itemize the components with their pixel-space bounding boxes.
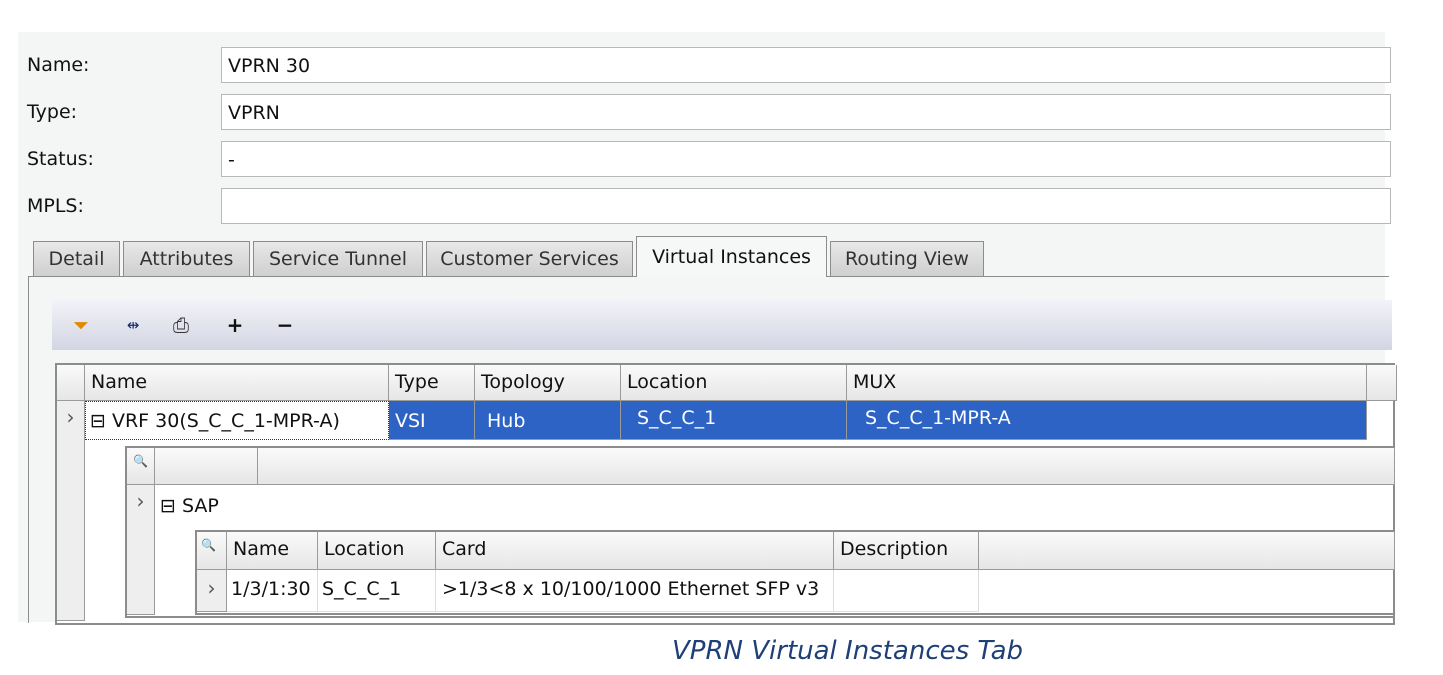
subgrid-header-filler <box>258 448 1395 485</box>
column-header-description[interactable]: Description <box>834 532 979 570</box>
filter-icon[interactable]: ⏷ <box>68 312 94 338</box>
status-label: Status: <box>27 148 94 170</box>
type-field[interactable]: VPRN <box>221 94 1391 130</box>
column-header-card[interactable]: Card <box>436 532 834 570</box>
add-button[interactable]: + <box>222 312 248 338</box>
sap-group-label: SAP <box>181 495 219 517</box>
subgrid-header <box>155 448 258 485</box>
cell-topology[interactable]: Hub <box>475 401 621 440</box>
sap-row-selector[interactable]: › <box>127 485 155 615</box>
remove-button[interactable]: − <box>272 312 298 338</box>
sap-row-selector[interactable]: › <box>197 570 227 612</box>
tab-virtual-instances[interactable]: Virtual Instances <box>636 236 827 277</box>
column-header-filler <box>979 532 1395 570</box>
search-icon[interactable]: 🔍 <box>197 532 227 570</box>
column-header-topology[interactable]: Topology <box>475 365 621 401</box>
figure-caption: VPRN Virtual Instances Tab <box>672 636 1024 666</box>
row-selector[interactable]: › <box>57 401 85 621</box>
column-fit-icon[interactable]: ⇹ <box>120 312 146 338</box>
mpls-field[interactable] <box>221 188 1391 224</box>
sap-group-row[interactable]: ⊟ SAP <box>160 495 219 517</box>
tab-service-tunnel[interactable]: Service Tunnel <box>253 241 423 276</box>
column-header-type[interactable]: Type <box>389 365 475 401</box>
column-header-location[interactable]: Location <box>621 365 847 401</box>
cell-sap-location[interactable]: S_C_C_1 <box>318 570 436 612</box>
cell-type[interactable]: VSI <box>389 401 475 440</box>
search-icon[interactable]: 🔍 <box>127 448 155 485</box>
toolbar <box>52 300 1392 350</box>
cell-location[interactable]: S_C_C_1 <box>621 401 847 440</box>
name-label: Name: <box>27 54 90 76</box>
print-icon[interactable]: ⎙ <box>168 312 194 338</box>
cell-sap-name[interactable]: 1/3/1:30 <box>227 570 318 612</box>
column-header-sap-name[interactable]: Name <box>227 532 318 570</box>
mpls-label: MPLS: <box>27 195 84 217</box>
collapse-icon[interactable]: ⊟ <box>160 495 176 517</box>
table-row-vrf-name[interactable]: ⊟ VRF 30(S_C_C_1-MPR-A) <box>85 401 389 440</box>
cell-mux[interactable]: S_C_C_1-MPR-A <box>847 401 1367 440</box>
tab-attributes[interactable]: Attributes <box>123 241 250 276</box>
tab-detail[interactable]: Detail <box>33 241 120 276</box>
cell-card[interactable]: >1/3<8 x 10/100/1000 Ethernet SFP v3 <box>436 570 834 612</box>
name-field[interactable]: VPRN 30 <box>221 47 1391 83</box>
column-header-mux[interactable]: MUX <box>847 365 1367 401</box>
row-header-corner <box>57 365 85 401</box>
type-label: Type: <box>27 101 78 123</box>
collapse-icon[interactable]: ⊟ <box>90 410 106 432</box>
vrf-name: VRF 30(S_C_C_1-MPR-A) <box>111 410 340 432</box>
column-header-name[interactable]: Name <box>85 365 389 401</box>
tab-customer-services[interactable]: Customer Services <box>426 241 633 276</box>
cell-description[interactable] <box>834 570 979 612</box>
tab-routing-view[interactable]: Routing View <box>830 241 984 276</box>
status-field[interactable]: - <box>221 141 1391 177</box>
column-header-sap-location[interactable]: Location <box>318 532 436 570</box>
column-header-filler <box>1367 365 1397 401</box>
